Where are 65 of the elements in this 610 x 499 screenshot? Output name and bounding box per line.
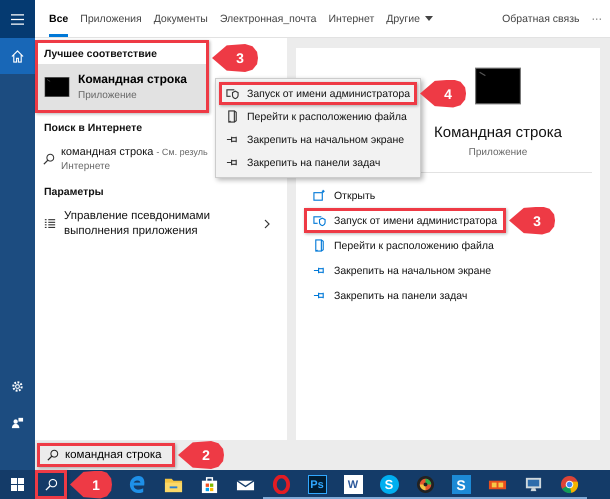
- taskbar-app-button[interactable]: Ps: [299, 470, 335, 499]
- filter-tab[interactable]: Другие: [386, 0, 433, 37]
- search-icon: [43, 152, 55, 164]
- menu-item[interactable]: Закрепить на начальном экране: [219, 128, 418, 151]
- result-item[interactable]: командная строка - См. резуль Интернете: [35, 140, 216, 177]
- shield-window-icon: [226, 87, 239, 100]
- disc-icon: [416, 475, 434, 494]
- app-logo: S: [452, 475, 470, 494]
- result-subtitle: Интернете: [61, 161, 112, 172]
- search-icon: [44, 478, 58, 491]
- list-icon: [44, 218, 56, 230]
- app-logo: Ps: [308, 475, 326, 494]
- edge-icon: [128, 475, 146, 494]
- search-field[interactable]: командная строка: [65, 449, 165, 461]
- result-title: командная строка: [61, 145, 154, 159]
- result-item[interactable]: Управление псевдонимами выполнения приложения: [35, 204, 287, 244]
- app-title: Командная строка: [434, 124, 562, 141]
- app-subtitle: Приложение: [468, 147, 528, 158]
- menu-item[interactable]: Закрепить на панели задач: [219, 151, 418, 174]
- filter-tab[interactable]: Электронная_почта: [220, 0, 316, 37]
- action-link[interactable]: Закрепить на начальном экране: [304, 258, 500, 283]
- settings-icon: [11, 380, 24, 392]
- taskbar-app-button[interactable]: S: [443, 470, 479, 499]
- search-icon: [47, 449, 59, 461]
- result-hint: - См. резуль: [156, 146, 208, 159]
- console-icon: [475, 66, 521, 106]
- home-button[interactable]: [0, 38, 35, 74]
- chevron-right-icon: [264, 219, 270, 229]
- section-heading: Лучшее соответствие: [43, 47, 158, 62]
- callout-badge: 3: [509, 206, 556, 234]
- filter-tab[interactable]: Интернет: [328, 0, 374, 37]
- ring-icon: [272, 475, 290, 494]
- user-icon: [11, 416, 24, 428]
- result-item[interactable]: Командная строка Приложение: [38, 64, 206, 110]
- callout-badge: 3: [212, 44, 258, 72]
- shopping-bag-icon: [200, 475, 218, 494]
- result-title: Командная строка: [78, 72, 187, 86]
- open-window-icon: [313, 189, 326, 202]
- taskbar-app-button[interactable]: W: [335, 470, 371, 499]
- chrome-icon: [560, 475, 578, 494]
- filter-tab[interactable]: Приложения: [80, 0, 142, 37]
- menu-icon: [11, 12, 24, 26]
- result-subtitle: Приложение: [78, 90, 138, 101]
- callout-badge: 2: [178, 441, 224, 469]
- action-link[interactable]: Закрепить на панели задач: [304, 283, 476, 308]
- document-icon: [313, 239, 326, 252]
- menu-button[interactable]: [0, 0, 35, 38]
- action-link[interactable]: Перейти к расположению файла: [304, 233, 503, 258]
- filter-tab[interactable]: Документы: [154, 0, 208, 37]
- monitor-icon: [524, 475, 542, 494]
- console-icon: [44, 76, 70, 96]
- menu-item[interactable]: Перейти к расположению файла: [219, 105, 418, 128]
- app-logo: W: [344, 475, 362, 494]
- shield-window-icon: [313, 214, 326, 227]
- feedback-link[interactable]: Обратная связь: [502, 0, 580, 37]
- document-icon: [226, 110, 239, 123]
- windows-icon: [11, 478, 24, 491]
- section-heading: Параметры: [43, 185, 105, 200]
- more-button[interactable]: ···: [592, 0, 602, 37]
- section-heading: Поиск в Интернете: [43, 121, 144, 136]
- result-title: Управление псевдонимами выполнения приложения: [64, 209, 211, 239]
- action-link[interactable]: Открыть: [304, 183, 384, 208]
- home-icon: [11, 50, 24, 62]
- callout-badge: 1: [70, 470, 112, 498]
- app-logo: S: [380, 475, 398, 494]
